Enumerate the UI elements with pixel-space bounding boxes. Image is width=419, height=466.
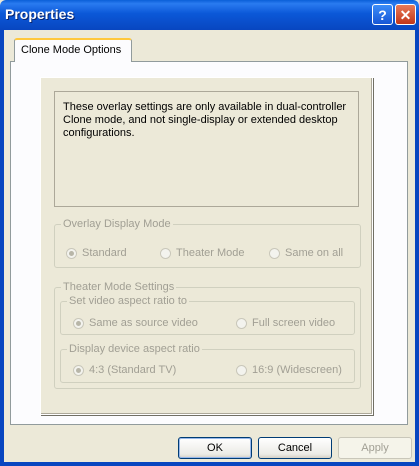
question-icon: ? bbox=[378, 7, 387, 23]
window-border-bottom bbox=[0, 462, 419, 466]
radio-theater-mode[interactable]: Theater Mode bbox=[160, 247, 244, 259]
radio-standard-label: Standard bbox=[82, 247, 127, 259]
radio-unselected-icon bbox=[269, 247, 280, 259]
radio-16-9[interactable]: 16:9 (Widescreen) bbox=[236, 364, 342, 376]
window-title: Properties bbox=[5, 6, 75, 22]
cancel-button[interactable]: Cancel bbox=[258, 437, 332, 459]
radio-unselected-icon bbox=[160, 247, 171, 259]
radio-unselected-icon bbox=[236, 317, 247, 329]
radio-same-on-all-label: Same on all bbox=[285, 247, 344, 259]
video-aspect-legend: Set video aspect ratio to bbox=[69, 295, 188, 307]
apply-button[interactable]: Apply bbox=[338, 437, 412, 459]
radio-4-3-label: 4:3 (Standard TV) bbox=[89, 364, 177, 376]
radio-selected-icon bbox=[73, 364, 84, 376]
window-border-left bbox=[0, 30, 4, 466]
radio-full-screen-label: Full screen video bbox=[252, 317, 336, 329]
device-aspect-legend: Display device aspect ratio bbox=[69, 343, 200, 355]
help-button[interactable]: ? bbox=[372, 4, 393, 25]
close-icon: ✕ bbox=[399, 7, 412, 23]
title-bar[interactable]: Properties ? ✕ bbox=[0, 0, 419, 30]
radio-theater-mode-label: Theater Mode bbox=[176, 247, 245, 259]
radio-standard[interactable]: Standard bbox=[66, 247, 127, 259]
radio-selected-icon bbox=[66, 247, 77, 259]
radio-same-as-source-label: Same as source video bbox=[89, 317, 198, 329]
overlay-display-mode-legend: Overlay Display Mode bbox=[63, 218, 171, 230]
radio-unselected-icon bbox=[236, 364, 247, 376]
overlay-display-mode-group: Overlay Display Mode bbox=[54, 218, 361, 268]
window-border-right bbox=[415, 30, 419, 466]
video-aspect-group: Set video aspect ratio to bbox=[60, 295, 355, 335]
radio-same-as-source[interactable]: Same as source video bbox=[73, 317, 198, 329]
ok-button[interactable]: OK bbox=[178, 437, 252, 459]
tab-label: Clone Mode Options bbox=[21, 44, 122, 56]
radio-selected-icon bbox=[73, 317, 84, 329]
radio-16-9-label: 16:9 (Widescreen) bbox=[252, 364, 342, 376]
radio-full-screen[interactable]: Full screen video bbox=[236, 317, 335, 329]
tab-clone-mode-options[interactable]: Clone Mode Options bbox=[14, 38, 132, 62]
theater-mode-settings-legend: Theater Mode Settings bbox=[63, 281, 175, 293]
close-button[interactable]: ✕ bbox=[395, 4, 416, 25]
info-box: These overlay settings are only availabl… bbox=[54, 91, 359, 207]
device-aspect-group: Display device aspect ratio bbox=[60, 343, 355, 383]
radio-4-3[interactable]: 4:3 (Standard TV) bbox=[73, 364, 176, 376]
radio-same-on-all[interactable]: Same on all bbox=[269, 247, 343, 259]
info-text: These overlay settings are only availabl… bbox=[63, 101, 347, 139]
